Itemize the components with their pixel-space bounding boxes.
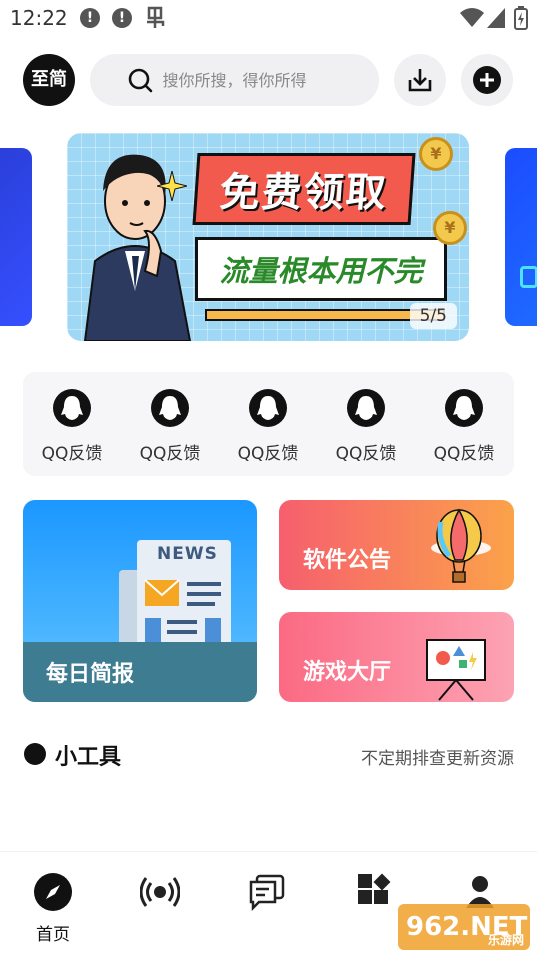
- feedback-item[interactable]: QQ反馈: [424, 389, 504, 464]
- feedback-label: QQ反馈: [139, 444, 201, 464]
- daily-news-card[interactable]: NEWS 每日简报: [23, 500, 257, 702]
- presentation-board-icon: [426, 639, 486, 701]
- signal-icon: [487, 8, 505, 28]
- alert-icon: !: [112, 8, 132, 28]
- feedback-label: QQ反馈: [237, 444, 299, 464]
- search-bar[interactable]: [90, 54, 379, 106]
- games-title: 游戏大厅: [303, 660, 392, 685]
- battery-icon: [514, 6, 528, 30]
- search-icon: [128, 68, 152, 93]
- daily-news-title: 每日简报: [46, 662, 135, 687]
- feedback-label: QQ反馈: [433, 444, 495, 464]
- banner-next-slide[interactable]: [505, 148, 537, 326]
- status-time: 12:22: [10, 6, 68, 30]
- compass-icon: [34, 873, 72, 911]
- banner-prev-slide[interactable]: [0, 148, 32, 326]
- alert-icon: !: [80, 8, 100, 28]
- plus-circle-icon: [473, 66, 501, 94]
- download-icon: [408, 69, 432, 92]
- feedback-item[interactable]: QQ反馈: [32, 389, 112, 464]
- feedback-label: QQ反馈: [335, 444, 397, 464]
- tools-section-subtitle: 不定期排查更新资源: [361, 749, 514, 769]
- avatar[interactable]: 至简: [23, 54, 75, 106]
- tools-section-title: 小工具: [55, 745, 122, 770]
- game-hall-card[interactable]: 游戏大厅: [279, 612, 514, 702]
- download-button[interactable]: [394, 54, 446, 106]
- feedback-grid: QQ反馈 QQ反馈 QQ反馈 QQ反馈 QQ反馈: [23, 372, 514, 476]
- wifi-icon: [460, 8, 484, 27]
- banner-slide[interactable]: 免费领取 流量根本用不完 ¥ ¥ 5/5: [67, 133, 469, 341]
- banner-subline: 流量根本用不完: [195, 237, 447, 301]
- watermark-logo: 962.NET 乐游网: [398, 904, 530, 950]
- feedback-item[interactable]: QQ反馈: [326, 389, 406, 464]
- sparkle-icon: [157, 171, 187, 201]
- nav-apps[interactable]: [344, 872, 404, 916]
- bug-icon: [147, 6, 165, 28]
- news-label: NEWS: [157, 544, 218, 564]
- avatar-label: 至简: [31, 69, 67, 90]
- qq-icon: [53, 389, 91, 427]
- qq-icon: [347, 389, 385, 427]
- nav-home-label: 首页: [36, 925, 70, 945]
- broadcast-icon: [139, 877, 181, 907]
- add-button[interactable]: [461, 54, 513, 106]
- qq-icon: [445, 389, 483, 427]
- nav-home[interactable]: 首页: [23, 872, 83, 945]
- qq-icon: [249, 389, 287, 427]
- feedback-item[interactable]: QQ反馈: [228, 389, 308, 464]
- coin-icon: ¥: [433, 211, 467, 245]
- nav-messages[interactable]: [237, 872, 297, 916]
- qq-icon: [151, 389, 189, 427]
- banner-counter: 5/5: [409, 303, 457, 329]
- section-dot: [24, 743, 46, 765]
- nav-broadcast[interactable]: [130, 872, 190, 916]
- hot-air-balloon-icon: [431, 508, 491, 583]
- banner-headline: 免费领取: [192, 153, 416, 225]
- apps-icon: [358, 873, 391, 904]
- coin-icon: ¥: [419, 137, 453, 171]
- status-bar: 12:22 ! !: [0, 0, 537, 36]
- search-input[interactable]: [162, 70, 343, 90]
- notice-title: 软件公告: [303, 548, 392, 573]
- chat-icon: [249, 874, 285, 912]
- software-notice-card[interactable]: 软件公告: [279, 500, 514, 590]
- feedback-label: QQ反馈: [41, 444, 103, 464]
- feedback-item[interactable]: QQ反馈: [130, 389, 210, 464]
